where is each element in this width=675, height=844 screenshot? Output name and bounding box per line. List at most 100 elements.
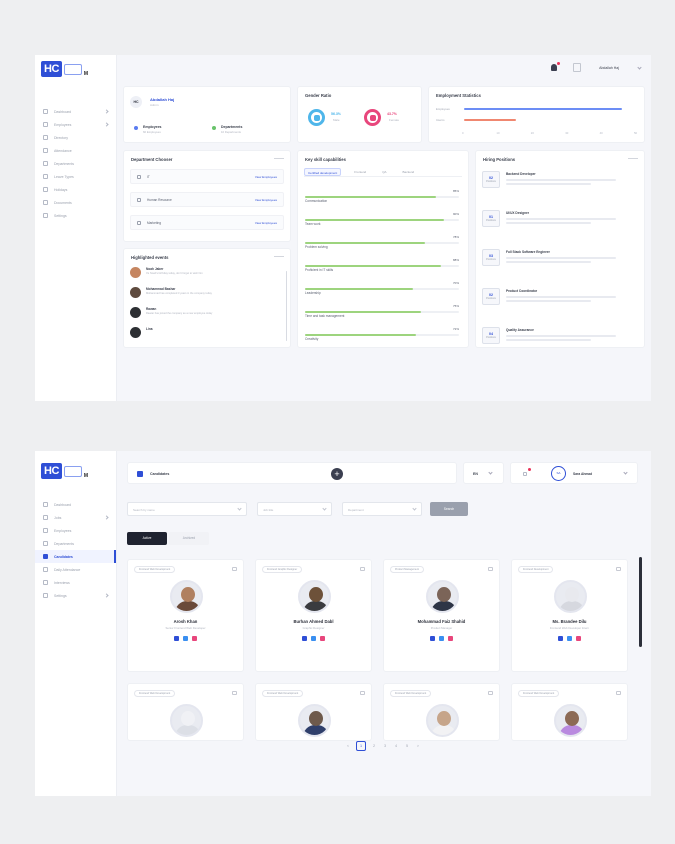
tab-skill[interactable]: QA [379,168,389,176]
position-item[interactable]: 03 Positions Full Stack Software Engineer [482,247,636,273]
page-button[interactable]: > [415,744,421,748]
linkedin-icon[interactable] [430,636,435,641]
candidate-card[interactable]: Frontend Graphic Designer Burhan Ahmed Da… [255,559,372,672]
page-button[interactable]: 5 [404,744,410,748]
sidebar-item[interactable]: Employees [35,118,116,131]
sidebar-item[interactable]: Holidays [35,183,116,196]
twitter-icon[interactable] [311,636,316,641]
interns-bar[interactable] [464,119,516,121]
candidate-card[interactable]: Frontend Web Development [511,683,628,741]
department-item[interactable]: Human Resource View Employees [130,192,284,207]
sidebar-item[interactable]: Directory [35,131,116,144]
page-button[interactable]: 1 [356,741,366,751]
candidate-card[interactable]: Frontend Web Development [127,683,244,741]
candidate-card[interactable]: Frontend Development Ms. Brandee Dilu Fron… [511,559,628,672]
profile-name[interactable]: Abdallah Haj [150,97,174,102]
language-selector[interactable]: EN [463,462,504,484]
event-item[interactable]: Noah Jaber It's Noah's birthday today, do… [130,267,282,285]
department-select[interactable]: Department [342,502,422,516]
view-all-link[interactable] [274,256,284,257]
department-item[interactable]: Marketing View Employees [130,215,284,230]
sidebar-item[interactable]: Settings [35,589,116,602]
twitter-icon[interactable] [567,636,572,641]
tab-skill[interactable]: Certified development [304,168,342,176]
candidate-card[interactable]: Frontend Web Development Arosh Khan Senior… [127,559,244,672]
candidate-card[interactable]: Frontend Web Development [383,683,500,741]
tab-skill[interactable]: Frontend [351,168,369,176]
linkedin-icon[interactable] [302,636,307,641]
bell-icon[interactable] [551,64,557,71]
instagram-icon[interactable] [320,636,325,641]
position-item[interactable]: 02 Positions Backend Developer [482,169,636,195]
sidebar-item[interactable]: Departments [35,537,116,550]
page-button[interactable]: 4 [393,744,399,748]
candidate-card[interactable]: Product Management Mohammad Faiz Shahid Pr… [383,559,500,672]
scrollbar[interactable] [285,271,287,341]
page-button[interactable]: 3 [382,744,388,748]
linkedin-icon[interactable] [558,636,563,641]
header: Abdallah Haj [117,55,651,81]
options-icon[interactable] [616,567,621,571]
instagram-icon[interactable] [448,636,453,641]
instagram-icon[interactable] [192,636,197,641]
scrollbar[interactable] [639,557,642,647]
options-icon[interactable] [360,691,365,695]
instagram-icon[interactable] [576,636,581,641]
view-employees-link[interactable]: View Employees [255,198,277,202]
sidebar-item[interactable]: Interviews [35,576,116,589]
sidebar-item[interactable]: Leave Types [35,170,116,183]
sidebar-item[interactable]: Attendance [35,144,116,157]
hiring-positions-card: Hiring Positions 02 Positions Backend Deve… [475,150,645,348]
linkedin-icon[interactable] [174,636,179,641]
tab-active[interactable]: Active [127,532,167,545]
sidebar-item[interactable]: Daily Attendance [35,563,116,576]
event-item[interactable]: Lina [130,327,282,345]
options-icon[interactable] [488,691,493,695]
chevron-down-icon[interactable] [637,65,642,70]
page-button[interactable]: 2 [371,744,377,748]
position-item[interactable]: 02 Positions Product Coordinator [482,286,636,312]
position-title: Full Stack Software Engineer [506,250,550,254]
search-input[interactable]: Search by name [127,502,247,516]
view-all-link[interactable] [628,158,638,159]
sidebar-item[interactable]: Dashboard [35,105,116,118]
sidebar-item[interactable]: Documents [35,196,116,209]
options-icon[interactable] [232,691,237,695]
event-item[interactable]: Rawan Rawan has joined the company as a n… [130,307,282,325]
sidebar-item[interactable]: Departments [35,157,116,170]
options-icon[interactable] [232,567,237,571]
sidebar-item[interactable]: Candidates [35,550,116,563]
sidebar-item[interactable]: Dashboard [35,498,116,511]
sidebar-item[interactable]: Jobs [35,511,116,524]
view-employees-link[interactable]: View Employees [255,175,277,179]
options-icon[interactable] [616,691,621,695]
job-title-select[interactable]: Job title [257,502,332,516]
event-item[interactable]: Mohammad Bashar Mohammad has completed 3 … [130,287,282,305]
employees-bar[interactable] [464,108,623,110]
tab-archived[interactable]: Archived [169,532,209,545]
male-ring [308,109,325,126]
user-menu[interactable]: SA Sara Ahmad [510,462,638,484]
view-employees-link[interactable]: View Employees [255,221,277,225]
bell-icon[interactable] [523,472,527,476]
twitter-icon[interactable] [439,636,444,641]
user-name[interactable]: Abdallah Haj [599,66,619,70]
sidebar-item[interactable]: Settings [35,209,116,222]
logo[interactable]: HC M [41,463,88,479]
options-icon[interactable] [488,567,493,571]
search-button[interactable]: Search [430,502,468,516]
page-button[interactable]: < [345,744,351,748]
add-candidate-button[interactable]: + [331,468,343,480]
twitter-icon[interactable] [183,636,188,641]
candidate-card[interactable]: Frontend Web Development [255,683,372,741]
sidebar-item[interactable]: Employees [35,524,116,537]
user-avatar[interactable] [573,63,581,72]
department-item[interactable]: IT View Employees [130,169,284,184]
view-all-link[interactable] [274,158,284,159]
logo[interactable]: HC M [41,61,88,77]
photo-body [175,725,201,735]
tab-skill[interactable]: Backend [400,168,418,176]
options-icon[interactable] [360,567,365,571]
position-item[interactable]: 01 Positions UI/UX Designer [482,208,636,234]
position-item[interactable]: 04 Positions Quality Assurance [482,325,636,351]
